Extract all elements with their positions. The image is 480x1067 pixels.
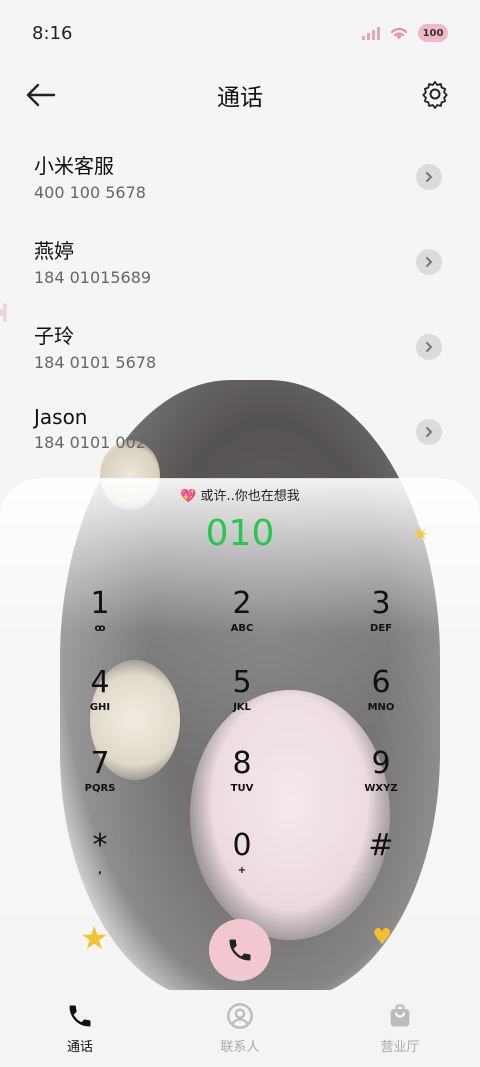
key-5[interactable]: 5 JKL bbox=[182, 666, 302, 736]
key-letters: JKL bbox=[233, 702, 251, 713]
call-button[interactable] bbox=[209, 919, 271, 981]
key-digit: 8 bbox=[232, 746, 252, 781]
voicemail-icon: ꝏ bbox=[94, 623, 106, 634]
key-9[interactable]: 9 WXYZ bbox=[321, 747, 441, 817]
key-7[interactable]: 7 PQRS bbox=[40, 747, 160, 817]
wifi-icon bbox=[390, 27, 408, 40]
key-star[interactable]: * , bbox=[40, 829, 160, 899]
key-letters: GHI bbox=[89, 702, 111, 713]
chevron-right-icon bbox=[426, 172, 433, 182]
recent-call-row[interactable]: 小米客服 400 100 5678 bbox=[0, 134, 480, 219]
call-detail-button[interactable] bbox=[416, 334, 442, 360]
recent-call-row[interactable]: 燕婷 184 01015689 bbox=[0, 219, 480, 304]
motto-text: 或许..你也在想我 bbox=[200, 489, 300, 504]
caller-number: 184 01015689 bbox=[34, 268, 152, 287]
key-letters: PQRS bbox=[84, 783, 116, 794]
key-letters: ABC bbox=[230, 623, 254, 634]
key-digit: 4 bbox=[90, 665, 110, 700]
nav-tab-calls[interactable]: 通话 bbox=[0, 990, 160, 1067]
dialer-panel: 💖 或许..你也在想我 010 ✴ 1 ꝏ 2 ABC 3 DEF 4 GHI 5… bbox=[0, 478, 480, 990]
dialer-motto: 💖 或许..你也在想我 bbox=[0, 485, 480, 504]
nav-label: 营业厅 bbox=[380, 1040, 420, 1055]
chevron-right-icon bbox=[426, 342, 433, 352]
key-letters: WXYZ bbox=[364, 783, 398, 794]
key-1[interactable]: 1 ꝏ bbox=[40, 587, 160, 657]
key-0[interactable]: 0 + bbox=[182, 829, 302, 899]
caller-name: 子玲 bbox=[34, 324, 74, 348]
key-3[interactable]: 3 DEF bbox=[321, 587, 441, 657]
key-letters: + bbox=[237, 865, 247, 876]
key-letters: MNO bbox=[367, 702, 395, 713]
status-icons: 100 bbox=[362, 24, 448, 42]
app-header: 通话 bbox=[0, 66, 480, 124]
call-detail-button[interactable] bbox=[416, 249, 442, 275]
call-detail-button[interactable] bbox=[416, 164, 442, 190]
battery-icon: 100 bbox=[418, 24, 448, 42]
caller-name: Jason bbox=[34, 405, 88, 429]
key-digit: 6 bbox=[371, 665, 391, 700]
caller-name: 燕婷 bbox=[34, 239, 74, 263]
key-letters: TUV bbox=[230, 783, 254, 794]
key-digit: * bbox=[92, 828, 108, 863]
recent-calls-list: 小米客服 400 100 5678 燕婷 184 01015689 子玲 184… bbox=[0, 134, 480, 474]
key-6[interactable]: 6 MNO bbox=[321, 666, 441, 736]
key-digit: 9 bbox=[371, 746, 391, 781]
store-icon bbox=[390, 1004, 410, 1027]
key-digit: # bbox=[368, 828, 394, 863]
phone-icon bbox=[229, 939, 251, 961]
heart-icon: 💖 bbox=[180, 489, 197, 504]
nav-tab-contacts[interactable]: 联系人 bbox=[160, 990, 320, 1067]
caller-number: 184 0101 5678 bbox=[34, 353, 157, 372]
nav-tab-store[interactable]: 营业厅 bbox=[320, 990, 480, 1067]
chevron-right-icon bbox=[426, 257, 433, 267]
key-8[interactable]: 8 TUV bbox=[182, 747, 302, 817]
star-icon[interactable]: ★ bbox=[80, 919, 109, 957]
signal-icon bbox=[362, 26, 380, 40]
recent-call-row[interactable]: Jason 184 0101 0029 bbox=[0, 389, 480, 474]
chevron-right-icon bbox=[426, 427, 433, 437]
key-hash[interactable]: # bbox=[321, 829, 441, 899]
nav-label: 通话 bbox=[66, 1040, 93, 1055]
caller-name: 小米客服 bbox=[34, 154, 114, 178]
recent-call-row[interactable]: 子玲 184 0101 5678 bbox=[0, 304, 480, 389]
status-bar: 8:16 100 bbox=[0, 0, 480, 66]
key-2[interactable]: 2 ABC bbox=[182, 587, 302, 657]
key-digit: 1 bbox=[90, 586, 110, 621]
call-detail-button[interactable] bbox=[416, 419, 442, 445]
caller-number: 400 100 5678 bbox=[34, 183, 146, 202]
yellow-heart-icon[interactable]: ♥ bbox=[372, 925, 392, 950]
key-4[interactable]: 4 GHI bbox=[40, 666, 160, 736]
page-title: 通话 bbox=[217, 85, 263, 111]
key-letters: DEF bbox=[370, 623, 392, 634]
caller-number: 184 0101 0029 bbox=[34, 433, 157, 452]
key-digit: 7 bbox=[90, 746, 110, 781]
key-digit: 2 bbox=[232, 586, 252, 621]
key-digit: 0 bbox=[232, 828, 252, 863]
contact-icon bbox=[227, 1003, 253, 1029]
key-digit: 5 bbox=[232, 665, 252, 700]
key-digit: 3 bbox=[371, 586, 391, 621]
nav-label: 联系人 bbox=[220, 1040, 260, 1055]
key-letters: , bbox=[98, 865, 102, 876]
phone-icon bbox=[69, 1005, 91, 1027]
status-time: 8:16 bbox=[32, 22, 73, 44]
sparkle-star-icon[interactable]: ✴ bbox=[412, 523, 430, 548]
gear-icon[interactable] bbox=[420, 79, 450, 109]
bottom-nav: 通话 联系人 营业厅 bbox=[0, 990, 480, 1067]
back-arrow-icon[interactable] bbox=[24, 80, 58, 110]
dialed-number: 010 bbox=[205, 513, 275, 554]
